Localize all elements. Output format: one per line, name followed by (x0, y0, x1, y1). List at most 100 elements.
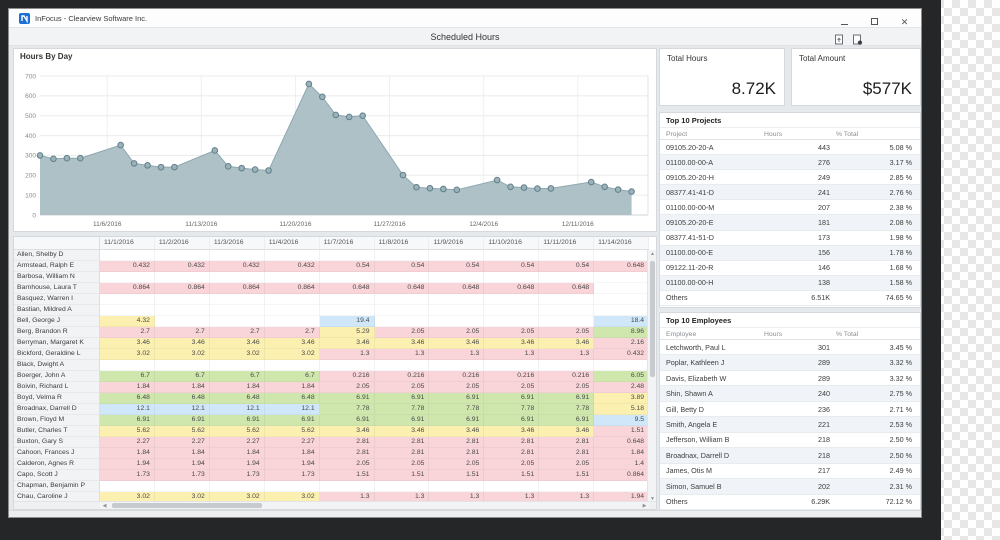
schedule-cell[interactable]: 2.27 (265, 437, 320, 448)
project-row[interactable]: 01100.00-00-M2072.38 % (660, 200, 920, 215)
schedule-cell[interactable]: 6.91 (210, 415, 265, 426)
schedule-cell[interactable] (484, 305, 539, 316)
schedule-cell[interactable]: 3.46 (210, 338, 265, 349)
schedule-cell[interactable]: 5.18 (594, 404, 649, 415)
schedule-cell[interactable] (594, 305, 649, 316)
chart-point[interactable] (400, 172, 406, 178)
project-row[interactable]: 01100.00-00-E1561.78 % (660, 246, 920, 261)
chart-point[interactable] (454, 187, 460, 193)
employee-row[interactable]: Letchworth, Paul L3013.45 % (660, 340, 920, 355)
schedule-cell[interactable]: 2.05 (539, 327, 594, 338)
employee-name-cell[interactable]: Calderon, Agnes R (14, 459, 100, 470)
project-row[interactable]: 09122.11-20-R1461.68 % (660, 261, 920, 276)
chart-point[interactable] (414, 184, 420, 190)
schedule-cell[interactable] (210, 481, 265, 492)
schedule-cell[interactable] (429, 481, 484, 492)
schedule-cell[interactable]: 3.46 (539, 338, 594, 349)
schedule-cell[interactable]: 6.91 (539, 393, 594, 404)
schedule-cell[interactable]: 6.05 (594, 371, 649, 382)
schedule-cell[interactable]: 6.48 (265, 393, 320, 404)
schedule-cell[interactable] (155, 316, 210, 327)
report-settings-icon[interactable] (852, 32, 863, 43)
employee-row[interactable]: Gill, Betty D2362.71 % (660, 402, 920, 417)
schedule-cell[interactable]: 1.84 (155, 382, 210, 393)
schedule-cell[interactable]: 2.05 (429, 459, 484, 470)
schedule-cell[interactable]: 2.81 (375, 448, 430, 459)
schedule-cell[interactable]: 2.27 (155, 437, 210, 448)
schedule-cell[interactable]: 2.81 (375, 437, 430, 448)
schedule-cell[interactable] (320, 250, 375, 261)
schedule-cell[interactable] (429, 272, 484, 283)
schedule-cell[interactable]: 1.51 (320, 470, 375, 481)
schedule-cell[interactable] (484, 272, 539, 283)
schedule-cell[interactable] (265, 294, 320, 305)
schedule-cell[interactable]: 6.48 (100, 393, 155, 404)
employee-name-cell[interactable]: Black, Dwight A (14, 360, 100, 371)
schedule-cell[interactable] (375, 360, 430, 371)
schedule-cell[interactable]: 2.7 (100, 327, 155, 338)
schedule-cell[interactable] (375, 294, 430, 305)
date-column-header[interactable]: 11/9/2016 (429, 237, 484, 249)
schedule-cell[interactable]: 0.54 (484, 261, 539, 272)
employee-name-cell[interactable]: Basquez, Warren I (14, 294, 100, 305)
maximize-button[interactable] (868, 12, 881, 25)
schedule-cell[interactable] (539, 250, 594, 261)
schedule-cell[interactable]: 5.62 (155, 426, 210, 437)
schedule-cell[interactable]: 6.91 (155, 415, 210, 426)
schedule-cell[interactable]: 2.81 (484, 437, 539, 448)
schedule-cell[interactable] (539, 305, 594, 316)
schedule-cell[interactable] (539, 360, 594, 371)
employee-name-cell[interactable]: Boyd, Velma R (14, 393, 100, 404)
vertical-scrollbar[interactable]: ▲ ▼ (647, 250, 656, 503)
scroll-up-icon[interactable]: ▲ (648, 251, 657, 257)
chart-point[interactable] (172, 164, 178, 170)
schedule-cell[interactable]: 3.46 (429, 426, 484, 437)
schedule-cell[interactable]: 1.84 (265, 448, 320, 459)
schedule-cell[interactable]: 2.05 (429, 327, 484, 338)
schedule-cell[interactable] (539, 316, 594, 327)
employee-name-cell[interactable]: Barbosa, William N (14, 272, 100, 283)
date-column-header[interactable]: 11/8/2016 (375, 237, 430, 249)
schedule-cell[interactable]: 1.51 (429, 470, 484, 481)
chart-point[interactable] (131, 161, 137, 167)
schedule-cell[interactable]: 1.84 (210, 382, 265, 393)
schedule-cell[interactable]: 9.5 (594, 415, 649, 426)
chart-point[interactable] (158, 164, 164, 170)
project-row[interactable]: 09105.20-20-A4435.08 % (660, 140, 920, 155)
schedule-cell[interactable]: 1.94 (155, 459, 210, 470)
schedule-cell[interactable] (265, 250, 320, 261)
schedule-cell[interactable]: 0.648 (484, 283, 539, 294)
chart-point[interactable] (252, 167, 258, 173)
schedule-cell[interactable]: 0.648 (539, 283, 594, 294)
schedule-cell[interactable]: 5.62 (210, 426, 265, 437)
schedule-cell[interactable]: 0.648 (594, 261, 649, 272)
schedule-cell[interactable] (320, 294, 375, 305)
schedule-cell[interactable]: 3.02 (155, 349, 210, 360)
employee-row[interactable]: Simon, Samuel B2022.31 % (660, 479, 920, 494)
employee-name-cell[interactable]: Berryman, Margaret K (14, 338, 100, 349)
schedule-cell[interactable]: 7.78 (429, 404, 484, 415)
schedule-cell[interactable]: 0.864 (594, 470, 649, 481)
chart-point[interactable] (333, 112, 339, 118)
employee-name-cell[interactable]: Boerger, John A (14, 371, 100, 382)
schedule-cell[interactable]: 2.05 (375, 459, 430, 470)
schedule-cell[interactable]: 1.3 (320, 349, 375, 360)
schedule-cell[interactable]: 2.7 (265, 327, 320, 338)
employee-name-cell[interactable]: Brown, Floyd M (14, 415, 100, 426)
chart-point[interactable] (266, 168, 272, 174)
schedule-cell[interactable]: 2.05 (429, 382, 484, 393)
schedule-cell[interactable]: 0.648 (429, 283, 484, 294)
schedule-cell[interactable]: 0.864 (155, 283, 210, 294)
schedule-cell[interactable]: 5.62 (265, 426, 320, 437)
schedule-cell[interactable]: 2.7 (210, 327, 265, 338)
schedule-cell[interactable] (100, 360, 155, 371)
date-column-header[interactable]: 11/1/2016 (100, 237, 155, 249)
export-report-icon[interactable] (834, 32, 845, 43)
employee-name-cell[interactable]: Barnhouse, Laura T (14, 283, 100, 294)
schedule-cell[interactable] (100, 272, 155, 283)
schedule-cell[interactable] (320, 272, 375, 283)
schedule-cell[interactable]: 3.46 (265, 338, 320, 349)
employee-name-cell[interactable]: Broadnax, Darrell D (14, 404, 100, 415)
schedule-cell[interactable]: 3.46 (320, 338, 375, 349)
chart-point[interactable] (548, 186, 554, 192)
